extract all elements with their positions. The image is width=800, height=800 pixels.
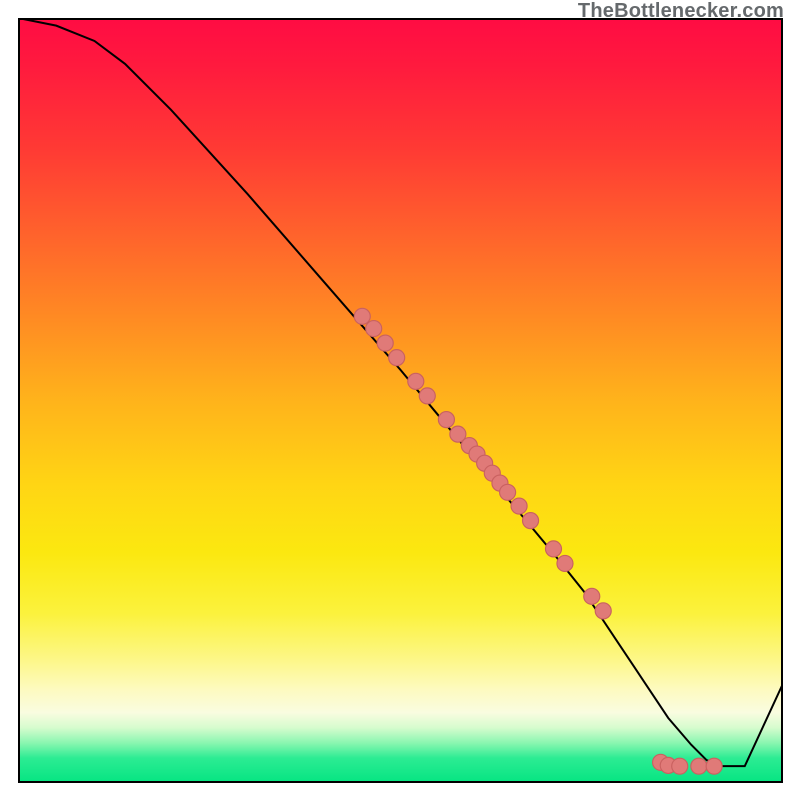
chart-overlay [18, 18, 783, 783]
scatter-points [354, 308, 722, 774]
curve-line [18, 18, 783, 766]
chart-frame: TheBottlenecker.com [0, 0, 800, 800]
